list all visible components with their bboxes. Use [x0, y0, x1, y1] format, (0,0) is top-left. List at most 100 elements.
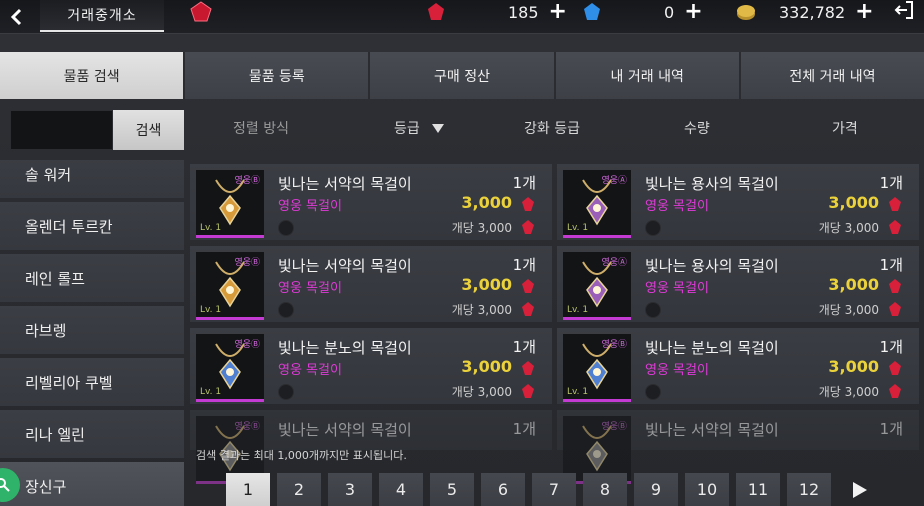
blue-gem-amount: 0 — [664, 2, 675, 22]
item-price: 3,000 — [828, 357, 879, 376]
exit-button[interactable] — [894, 0, 918, 24]
item-price: 3,000 — [828, 275, 879, 294]
item-card[interactable]: 영웅Ⓑ Lv. 1 빛나는 서약의 목걸이 1개 영웅 목걸이 3,000 개당 3,000 — [190, 164, 552, 240]
page-button[interactable]: 7 — [532, 473, 576, 506]
item-name: 빛나는 용사의 목걸이 — [645, 175, 779, 193]
socket-slot-icon — [645, 302, 661, 318]
item-name: 빛나는 서약의 목걸이 — [278, 175, 412, 193]
next-page-button[interactable] — [838, 473, 882, 506]
item-grade-label: 영웅 목걸이 — [645, 199, 709, 214]
socket-slot-icon — [278, 220, 294, 236]
red-gem-icon — [522, 384, 534, 398]
red-gem-icon — [522, 220, 534, 234]
chevron-left-icon — [10, 8, 22, 26]
add-red-gem-button[interactable]: + — [549, 1, 567, 23]
tab-item-search[interactable]: 물품 검색 — [0, 52, 186, 99]
item-grade-label: 영웅 목걸이 — [278, 363, 342, 378]
category-item[interactable]: 레인 롤프 — [0, 254, 184, 302]
add-gold-button[interactable]: + — [855, 1, 873, 23]
category-item[interactable]: 솔 워커 — [0, 160, 184, 198]
search-limit-note: 검색 결과는 최대 1,000개까지만 표시됩니다. — [196, 449, 407, 462]
page-button[interactable]: 8 — [583, 473, 627, 506]
page-button[interactable]: 6 — [481, 473, 525, 506]
item-card[interactable]: 영웅Ⓑ 빛나는 서약의 목걸이 1개 — [557, 410, 919, 484]
red-gem-icon — [889, 197, 901, 211]
sort-quantity-button[interactable]: 수량 — [684, 118, 710, 138]
item-quantity: 1개 — [879, 338, 903, 356]
page-button[interactable]: 3 — [328, 473, 372, 506]
accessory-badge-icon — [0, 468, 20, 502]
item-card[interactable]: 영웅Ⓐ Lv. 1 빛나는 용사의 목걸이 1개 영웅 목걸이 3,000 개당 3,000 — [557, 246, 919, 322]
red-gem-icon — [522, 361, 534, 375]
socket-slot-icon — [645, 384, 661, 400]
tab-item-register[interactable]: 물품 등록 — [185, 52, 371, 99]
add-blue-gem-button[interactable]: + — [684, 1, 702, 23]
page-button[interactable]: 2 — [277, 473, 321, 506]
item-unit-price: 개당 3,000 — [451, 221, 512, 235]
item-unit-price: 개당 3,000 — [818, 221, 879, 235]
item-card[interactable]: 영웅Ⓑ Lv. 1 빛나는 분노의 목걸이 1개 영웅 목걸이 3,000 개당 3,000 — [190, 328, 552, 404]
item-price: 3,000 — [461, 357, 512, 376]
tab-purchase-settlement[interactable]: 구매 정산 — [370, 52, 556, 99]
item-name: 빛나는 분노의 목걸이 — [645, 339, 779, 357]
tab-my-trade-history[interactable]: 내 거래 내역 — [555, 52, 741, 99]
item-thumbnail: 영웅Ⓑ Lv. 1 — [196, 170, 264, 238]
item-name: 빛나는 서약의 목걸이 — [278, 257, 412, 275]
item-unit-price: 개당 3,000 — [451, 303, 512, 317]
item-card[interactable]: 영웅Ⓑ Lv. 1 빛나는 분노의 목걸이 1개영웅 목걸이 3,000 개당 3,000 — [557, 328, 919, 404]
item-thumbnail: 영웅Ⓑ Lv. 1 — [563, 334, 631, 402]
page-button[interactable]: 4 — [379, 473, 423, 506]
sort-grade-button[interactable]: 등급 — [394, 118, 444, 138]
sort-enhance-button[interactable]: 강화 등급 — [524, 118, 580, 138]
red-gem-icon — [522, 279, 534, 293]
red-gem-currency: 185 + — [426, 0, 567, 24]
item-quantity: 1개 — [512, 256, 536, 274]
page-button[interactable]: 9 — [634, 473, 678, 506]
item-level: Lv. 1 — [200, 387, 222, 397]
item-level: Lv. 1 — [567, 223, 589, 233]
tab-all-trade-history[interactable]: 전체 거래 내역 — [740, 52, 924, 99]
page-button[interactable]: 1 — [226, 473, 270, 506]
item-unit-price: 개당 3,000 — [818, 303, 879, 317]
page-button[interactable]: 10 — [685, 473, 729, 506]
category-item[interactable]: 올렌더 투르칸 — [0, 202, 184, 250]
category-item[interactable]: 리나 엘린 — [0, 410, 184, 458]
item-grade-label: 영웅 목걸이 — [645, 363, 709, 378]
red-gem-icon — [428, 3, 444, 20]
red-gem-icon — [522, 197, 534, 211]
category-item-accessory[interactable]: 장신구 — [0, 462, 184, 506]
item-price: 3,000 — [461, 193, 512, 212]
item-card[interactable]: 영웅Ⓐ Lv. 1 빛나는 용사의 목걸이 1개 영웅 목걸이 3,000 개당 3,000 — [557, 164, 919, 240]
item-level: Lv. 1 — [200, 305, 222, 315]
page-button[interactable]: 5 — [430, 473, 474, 506]
back-button[interactable] — [0, 0, 34, 34]
page-title: 거래중개소 — [40, 0, 164, 32]
item-quantity: 1개 — [512, 174, 536, 192]
top-bar: 거래중개소 185 + 0 + 332,782 + — [0, 0, 924, 34]
item-card[interactable]: 영웅Ⓑ Lv. 1 빛나는 서약의 목걸이 1개영웅 목걸이 3,000 개당 3,000 — [190, 246, 552, 322]
item-unit-price: 개당 3,000 — [451, 385, 512, 399]
item-card[interactable]: 영웅Ⓑ 빛나는 서약의 목걸이 1개 — [190, 410, 552, 484]
item-price: 3,000 — [461, 275, 512, 294]
page-button[interactable]: 11 — [736, 473, 780, 506]
search-input[interactable] — [10, 110, 113, 150]
sort-method-button[interactable]: 정렬 방식 — [233, 118, 289, 138]
blue-gem-icon — [584, 3, 600, 20]
item-name: 빛나는 용사의 목걸이 — [645, 257, 779, 275]
item-grade-label: 영웅 목걸이 — [278, 281, 342, 296]
blue-gem-currency: 0 + — [582, 0, 703, 24]
gold-amount: 332,782 — [779, 2, 846, 22]
sort-price-button[interactable]: 가격 — [832, 118, 858, 138]
search-button[interactable]: 검색 — [113, 110, 184, 150]
socket-slot-icon — [645, 220, 661, 236]
category-item[interactable]: 리벨리아 쿠벨 — [0, 358, 184, 406]
page-button[interactable]: 12 — [787, 473, 831, 506]
sort-grade-label: 등급 — [394, 121, 420, 137]
item-unit-price: 개당 3,000 — [818, 385, 879, 399]
item-name: 빛나는 분노의 목걸이 — [278, 339, 412, 357]
item-name: 빛나는 서약의 목걸이 — [645, 421, 779, 439]
necklace-icon — [582, 425, 612, 472]
item-thumbnail: 영웅Ⓑ Lv. 1 — [196, 252, 264, 320]
item-thumbnail: 영웅Ⓐ Lv. 1 — [563, 252, 631, 320]
category-item[interactable]: 라브렝 — [0, 306, 184, 354]
